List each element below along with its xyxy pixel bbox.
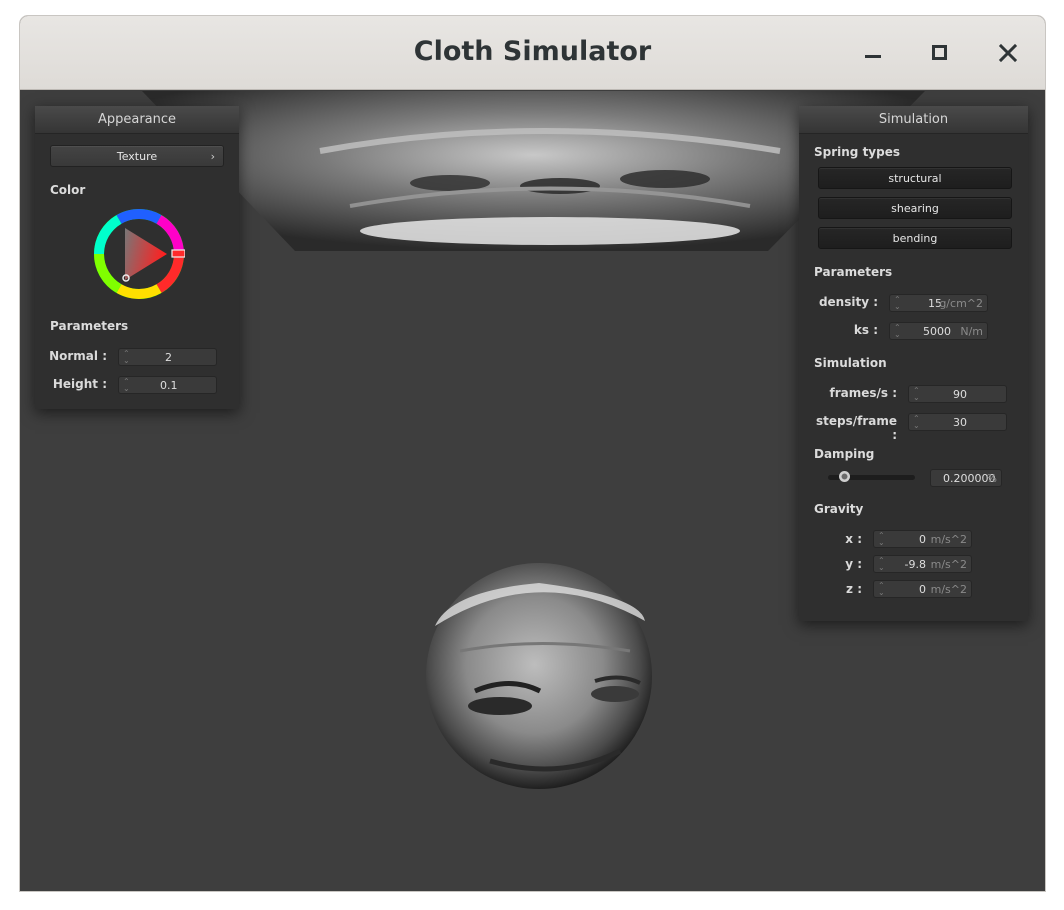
appearance-panel-header[interactable]: Appearance: [35, 106, 239, 134]
ks-spinbox[interactable]: ⌃ ⌄ 5000 N/m: [889, 322, 988, 340]
spinner-arrows-icon[interactable]: ⌃ ⌄: [913, 415, 920, 430]
spinner-arrows-icon[interactable]: ⌃ ⌄: [123, 378, 130, 393]
frames-per-s-spinbox[interactable]: ⌃ ⌄ 90: [908, 385, 1007, 403]
gravity-z-spinbox[interactable]: ⌃ ⌄ 0 m/s^2: [873, 580, 972, 598]
bending-button[interactable]: bending: [818, 227, 1012, 249]
ks-value: 5000: [923, 325, 951, 338]
chevron-right-icon: ›: [210, 150, 215, 163]
steps-per-frame-label: steps/frame :: [815, 414, 897, 442]
spinner-arrows-icon[interactable]: ⌃ ⌄: [878, 557, 885, 572]
texture-button-label: Texture: [116, 150, 158, 163]
shearing-button[interactable]: shearing: [818, 197, 1012, 219]
app-window: Cloth Simulator Appearance Texture › Col…: [19, 15, 1046, 892]
close-button[interactable]: [993, 38, 1023, 68]
gravity-x-value: 0: [919, 533, 926, 546]
texture-button[interactable]: Texture ›: [50, 145, 224, 167]
spinner-arrows-icon[interactable]: ⌃ ⌄: [878, 532, 885, 547]
sim-parameters-label: Parameters: [814, 265, 893, 279]
spring-types-label: Spring types: [814, 145, 901, 159]
spinner-arrows-icon[interactable]: ⌃ ⌄: [894, 296, 901, 311]
window-title: Cloth Simulator: [413, 36, 652, 67]
ks-unit: N/m: [960, 325, 983, 338]
maximize-icon: [932, 45, 947, 60]
appearance-parameters-label: Parameters: [50, 319, 129, 333]
gravity-y-unit: m/s^2: [930, 558, 967, 571]
sphere: [426, 563, 652, 789]
close-icon: [998, 43, 1018, 63]
density-spinbox[interactable]: ⌃ ⌄ 15 g/cm^2: [889, 294, 988, 312]
damping-label: Damping: [814, 447, 875, 461]
spinner-arrows-icon[interactable]: ⌃ ⌄: [123, 350, 130, 365]
steps-per-frame-spinbox[interactable]: ⌃ ⌄ 30: [908, 413, 1007, 431]
simulation-panel: Simulation Spring types structural shear…: [799, 106, 1028, 621]
color-label: Color: [50, 183, 86, 197]
frames-per-s-label: frames/s :: [829, 386, 897, 400]
gravity-z-unit: m/s^2: [930, 583, 967, 596]
gravity-x-spinbox[interactable]: ⌃ ⌄ 0 m/s^2: [873, 530, 972, 548]
frames-per-s-value: 90: [953, 388, 967, 401]
maximize-button[interactable]: [925, 38, 955, 68]
ks-label: ks :: [853, 323, 878, 337]
damping-unit: %: [986, 472, 997, 485]
title-bar[interactable]: Cloth Simulator: [20, 16, 1045, 90]
gravity-y-label: y :: [845, 557, 862, 571]
simulation-section-label: Simulation: [814, 356, 887, 370]
gravity-z-label: z :: [846, 582, 862, 596]
color-wheel[interactable]: [93, 208, 185, 300]
steps-per-frame-value: 30: [953, 416, 967, 429]
structural-button[interactable]: structural: [818, 167, 1012, 189]
damping-value-field[interactable]: 0.200000 %: [930, 469, 1002, 487]
spinner-arrows-icon[interactable]: ⌃ ⌄: [894, 324, 901, 339]
minimize-icon: [865, 55, 881, 58]
height-value: 0.1: [160, 379, 178, 392]
normal-spinbox[interactable]: ⌃ ⌄ 2: [118, 348, 217, 366]
minimize-button[interactable]: [858, 38, 888, 68]
appearance-panel: Appearance Texture › Color Parameters No…: [35, 106, 239, 409]
density-unit: g/cm^2: [939, 297, 983, 310]
damping-slider-handle[interactable]: [839, 471, 850, 482]
gravity-x-label: x :: [845, 532, 862, 546]
normal-label: Normal :: [49, 349, 107, 363]
height-label: Height :: [52, 377, 107, 391]
gravity-label: Gravity: [814, 502, 864, 516]
gravity-x-unit: m/s^2: [930, 533, 967, 546]
gravity-z-value: 0: [919, 583, 926, 596]
gravity-y-spinbox[interactable]: ⌃ ⌄ -9.8 m/s^2: [873, 555, 972, 573]
3d-viewport[interactable]: Appearance Texture › Color Parameters No…: [20, 91, 1045, 891]
gravity-y-value: -9.8: [904, 558, 926, 571]
height-spinbox[interactable]: ⌃ ⌄ 0.1: [118, 376, 217, 394]
hue-selector-handle[interactable]: [171, 249, 185, 258]
density-label: density :: [818, 295, 878, 309]
simulation-panel-header[interactable]: Simulation: [799, 106, 1028, 134]
spinner-arrows-icon[interactable]: ⌃ ⌄: [913, 387, 920, 402]
normal-value: 2: [165, 351, 172, 364]
spinner-arrows-icon[interactable]: ⌃ ⌄: [878, 582, 885, 597]
